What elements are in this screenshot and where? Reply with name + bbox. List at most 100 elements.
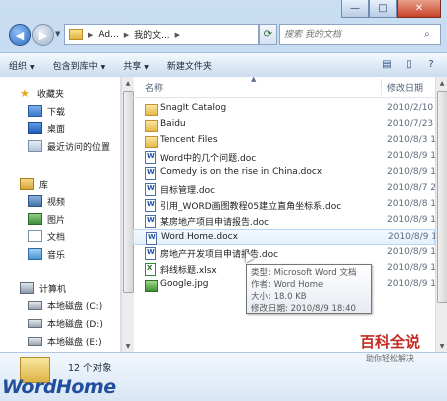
- tooltip-author: 作者: Word Home: [251, 280, 324, 290]
- word-document-icon: [145, 183, 156, 196]
- refresh-button[interactable]: ⟳: [259, 24, 277, 45]
- wordhome-logo: WordHome: [2, 376, 116, 398]
- address-bar[interactable]: ▶ Ad... ▶ 我的文... ▶ ▼: [64, 24, 259, 45]
- pictures-icon: [28, 213, 42, 225]
- file-name: 斜线标题.xlsx: [160, 266, 217, 276]
- file-name: Baidu: [160, 119, 186, 129]
- nav-item-documents[interactable]: 文档: [28, 228, 65, 244]
- file-row[interactable]: 引用_WORD画图教程05建立直角坐标系.doc 2010/8/8 13: [133, 197, 442, 213]
- nav-computer[interactable]: 计算机: [20, 280, 66, 296]
- breadcrumb-separator-icon[interactable]: ▶: [173, 31, 182, 39]
- library-icon: [20, 178, 34, 190]
- watermark-subtitle: 助你轻松解决: [366, 354, 414, 363]
- breadcrumb-separator-icon[interactable]: ▶: [86, 31, 95, 39]
- downloads-icon: [28, 105, 42, 117]
- excel-document-icon: [145, 263, 156, 276]
- include-in-library-menu[interactable]: 包含到库中 ▼: [44, 59, 115, 72]
- column-header-modified[interactable]: 修改日期: [387, 77, 423, 97]
- tooltip-size: 大小: 18.0 KB: [251, 292, 307, 302]
- search-box[interactable]: ⌕: [279, 24, 441, 45]
- nav-item-label: 本地磁盘 (E:): [47, 337, 102, 348]
- navigation-pane: ★ 收藏夹 下载 桌面 最近访问的位置 库 视频 图片 文档 音乐 计算机 本地磁…: [0, 77, 121, 352]
- forward-button[interactable]: ▶: [32, 24, 54, 46]
- include-in-library-label: 包含到库中: [52, 61, 98, 72]
- new-folder-button[interactable]: 新建文件夹: [158, 59, 221, 72]
- nav-item-videos[interactable]: 视频: [28, 193, 65, 209]
- search-input[interactable]: [280, 28, 424, 41]
- word-document-icon: [145, 167, 156, 180]
- computer-icon: [20, 282, 34, 294]
- organize-menu[interactable]: 组织 ▼: [0, 59, 44, 72]
- recent-pages-dropdown-icon[interactable]: ▼: [55, 30, 60, 38]
- back-button[interactable]: ◀: [9, 24, 31, 46]
- documents-icon: [28, 230, 42, 242]
- file-row[interactable]: SnagIt Catalog 2010/2/10 1: [133, 101, 442, 117]
- close-button[interactable]: ✕: [397, 0, 441, 18]
- file-modified-date: 2010/8/9 18: [387, 247, 442, 257]
- folder-icon: [145, 136, 158, 148]
- command-bar: 组织 ▼ 包含到库中 ▼ 共享 ▼ 新建文件夹 ▤ ▯ ?: [0, 52, 447, 78]
- file-modified-date: 2010/7/23 2: [387, 119, 442, 129]
- nav-item-pictures[interactable]: 图片: [28, 211, 65, 227]
- breadcrumb-separator-icon[interactable]: ▶: [122, 31, 131, 39]
- breadcrumb-my-documents[interactable]: 我的文...: [131, 28, 173, 41]
- nav-item-recent-places[interactable]: 最近访问的位置: [28, 138, 110, 154]
- tooltip-type: 类型: Microsoft Word 文档: [251, 268, 357, 278]
- file-list-scrollbar[interactable]: ▲ ▼: [435, 77, 447, 352]
- file-name: 某房地产项目申请报告.doc: [160, 218, 270, 228]
- file-row[interactable]: Baidu 2010/7/23 2: [133, 117, 442, 133]
- preview-pane-icon[interactable]: ▯: [401, 56, 417, 72]
- explorer-window: — □ ✕ ◀ ▶ ▼ ▶ Ad... ▶ 我的文... ▶ ▼ ⟳ ⌕ 组织▼…: [0, 0, 447, 401]
- nav-favorites[interactable]: ★ 收藏夹: [20, 85, 64, 101]
- recent-places-icon: [28, 140, 42, 152]
- maximize-button[interactable]: □: [369, 0, 397, 18]
- file-row[interactable]: Word中的几个问题.doc 2010/8/9 11: [133, 149, 442, 165]
- image-file-icon: [145, 280, 158, 292]
- nav-item-drive-e[interactable]: 本地磁盘 (E:): [28, 333, 102, 349]
- nav-item-drive-c[interactable]: 本地磁盘 (C:): [28, 297, 102, 313]
- file-tooltip: 类型: Microsoft Word 文档 作者: Word Home 大小: …: [246, 264, 372, 314]
- share-menu[interactable]: 共享 ▼: [114, 59, 158, 72]
- column-divider[interactable]: [381, 79, 382, 95]
- file-name: SnagIt Catalog: [160, 103, 227, 113]
- item-count: 12 个对象: [68, 363, 112, 374]
- folder-icon: [145, 104, 158, 116]
- nav-item-label: 视频: [47, 197, 66, 208]
- watermark-title: 百科全说: [359, 333, 420, 351]
- music-icon: [28, 248, 42, 260]
- change-view-icon[interactable]: ▤: [379, 56, 395, 72]
- arrow-left-icon: ◀: [15, 28, 25, 42]
- nav-item-desktop[interactable]: 桌面: [28, 120, 65, 136]
- help-icon[interactable]: ?: [423, 56, 439, 72]
- file-modified-date: 2010/8/9 15: [387, 263, 442, 273]
- nav-item-drive-d[interactable]: 本地磁盘 (D:): [28, 315, 103, 331]
- nav-item-label: 本地磁盘 (D:): [47, 319, 103, 330]
- file-row[interactable]: Word Home.docx2010/8/9 18: [133, 229, 443, 245]
- file-row[interactable]: 某房地产项目申请报告.doc 2010/8/9 16: [133, 213, 442, 229]
- file-row[interactable]: 目标管理.doc 2010/8/7 21: [133, 181, 442, 197]
- folder-icon: [145, 120, 158, 132]
- column-headers: ▲ 名称 修改日期: [133, 77, 435, 98]
- star-icon: ★: [20, 86, 30, 100]
- file-modified-date: 2010/8/7 21: [387, 183, 442, 193]
- chevron-down-icon: ▼: [144, 63, 149, 71]
- nav-libraries[interactable]: 库: [20, 176, 48, 192]
- file-row[interactable]: 房地产开发项目申请报告.doc 2010/8/9 18: [133, 245, 442, 261]
- desktop-icon: [28, 122, 42, 134]
- tooltip-modified: 修改日期: 2010/8/9 18:40: [251, 304, 356, 314]
- chevron-down-icon: ▼: [100, 63, 106, 71]
- minimize-button[interactable]: —: [341, 0, 369, 18]
- breadcrumb-admin[interactable]: Ad...: [95, 30, 121, 40]
- search-icon[interactable]: ⌕: [424, 29, 430, 40]
- file-list-scrollbar-thumb[interactable]: [437, 91, 447, 303]
- refresh-icon: ⟳: [263, 29, 273, 40]
- scroll-up-icon[interactable]: ▲: [436, 77, 447, 89]
- file-row[interactable]: Comedy is on the rise in China.docx 2010/…: [133, 165, 442, 181]
- file-modified-date: 2010/8/9 16: [387, 215, 442, 225]
- column-header-name[interactable]: 名称: [145, 77, 163, 97]
- nav-item-music[interactable]: 音乐: [28, 246, 65, 262]
- file-name: 引用_WORD画图教程05建立直角坐标系.doc: [160, 202, 342, 212]
- nav-item-downloads[interactable]: 下载: [28, 103, 65, 119]
- file-row[interactable]: Tencent Files 2010/8/3 17: [133, 133, 442, 149]
- content-area: ★ 收藏夹 下载 桌面 最近访问的位置 库 视频 图片 文档 音乐 计算机 本地磁…: [0, 77, 447, 352]
